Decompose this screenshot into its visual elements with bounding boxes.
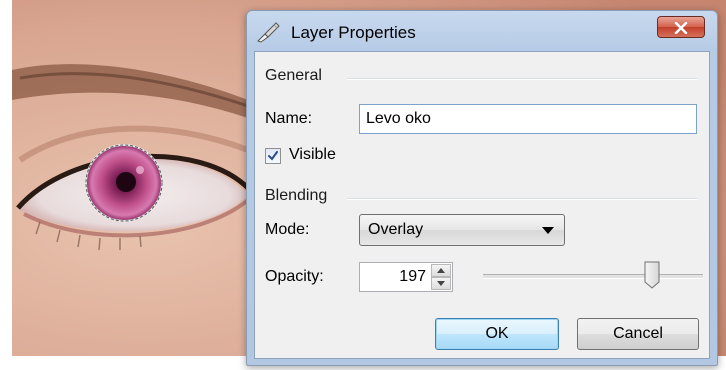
cancel-button[interactable]: Cancel (577, 318, 699, 350)
screen: Layer Properties General Name: Visible (0, 0, 726, 370)
mode-label: Mode: (265, 221, 310, 238)
ok-button[interactable]: OK (435, 318, 559, 350)
name-field[interactable] (359, 104, 697, 134)
close-button[interactable] (657, 16, 705, 38)
spin-down-icon (437, 281, 445, 286)
opacity-label: Opacity: (265, 268, 324, 285)
opacity-spinbox[interactable]: 197 (359, 262, 453, 292)
spin-up-button[interactable] (431, 264, 451, 277)
general-divider (347, 78, 697, 80)
opacity-value: 197 (399, 268, 426, 285)
dialog-body: General Name: Visible Blending Mode: Ove… (254, 51, 710, 359)
name-label: Name: (265, 110, 313, 127)
checkmark-icon (268, 151, 278, 161)
chevron-down-icon (542, 227, 554, 234)
mode-selected-value: Overlay (368, 221, 424, 238)
close-icon (674, 21, 688, 38)
blending-heading: Blending (265, 187, 328, 204)
paintbrush-icon (255, 20, 281, 44)
spin-up-icon (437, 268, 445, 273)
general-heading: General (265, 67, 322, 84)
layer-properties-dialog: Layer Properties General Name: Visible (246, 10, 718, 366)
visible-checkbox[interactable] (265, 148, 281, 164)
opacity-slider-thumb[interactable] (643, 260, 661, 290)
mode-dropdown[interactable]: Overlay (359, 214, 565, 246)
visible-label: Visible (289, 146, 336, 163)
window-title: Layer Properties (291, 23, 416, 42)
spin-down-button[interactable] (431, 277, 451, 290)
title-bar[interactable]: Layer Properties (247, 11, 717, 53)
blending-divider (347, 198, 697, 200)
opacity-slider-track[interactable] (483, 274, 703, 279)
